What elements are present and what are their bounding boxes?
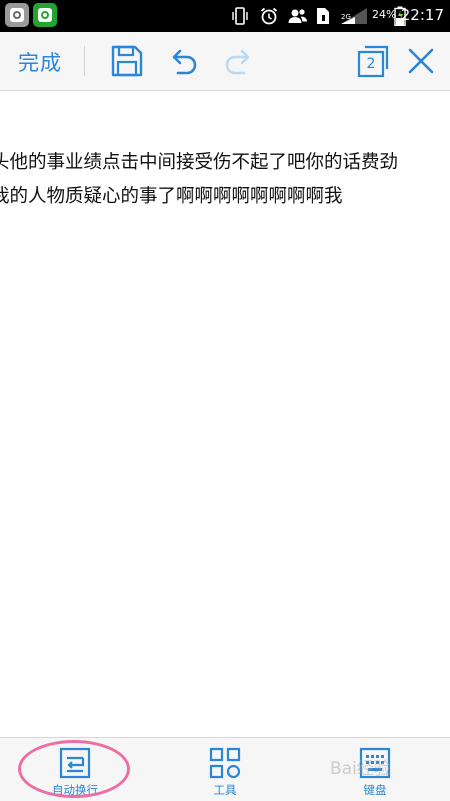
word-wrap-icon xyxy=(59,747,91,779)
word-wrap-label: 自动换行 xyxy=(52,783,98,797)
close-icon[interactable] xyxy=(406,46,436,76)
battery-percent: 24% xyxy=(372,8,397,21)
text-editor[interactable]: 头他的事业绩点击中间接受伤不起了吧你的话费劲 我的人物质疑心的事了啊啊啊啊啊啊啊… xyxy=(0,91,450,737)
alarm-icon xyxy=(260,7,278,25)
save-icon[interactable] xyxy=(110,44,144,78)
page-switcher-button[interactable]: 2 xyxy=(356,44,390,78)
grid-icon xyxy=(209,747,241,779)
security-app-icon xyxy=(5,3,29,27)
bottom-toolbar: 自动换行 工具 键盘 xyxy=(0,737,450,801)
toolbar-divider xyxy=(84,46,85,76)
word-wrap-button[interactable]: 自动换行 xyxy=(0,738,150,801)
editor-toolbar: 完成 2 xyxy=(0,32,450,91)
text-line: 头他的事业绩点击中间接受伤不起了吧你的话费劲 xyxy=(0,152,399,173)
tools-button[interactable]: 工具 xyxy=(150,738,300,801)
keyboard-label: 键盘 xyxy=(363,783,387,797)
keyboard-icon xyxy=(359,747,391,779)
contacts-icon xyxy=(288,9,307,23)
status-bar: 2G 24% 22:17 xyxy=(0,0,450,32)
clock: 22:17 xyxy=(400,6,444,24)
done-button[interactable]: 完成 xyxy=(18,47,62,77)
redo-icon[interactable] xyxy=(222,44,256,78)
tools-label: 工具 xyxy=(213,783,237,797)
vibrate-icon xyxy=(232,7,248,25)
cleaner-app-icon xyxy=(33,3,57,27)
undo-icon[interactable] xyxy=(166,44,200,78)
keyboard-button[interactable]: 键盘 xyxy=(300,738,450,801)
text-line: 我的人物质疑心的事了啊啊啊啊啊啊啊啊我 xyxy=(0,186,343,207)
sim-icon xyxy=(317,8,329,24)
network-type: 2G xyxy=(341,13,351,21)
page-count: 2 xyxy=(366,56,376,72)
